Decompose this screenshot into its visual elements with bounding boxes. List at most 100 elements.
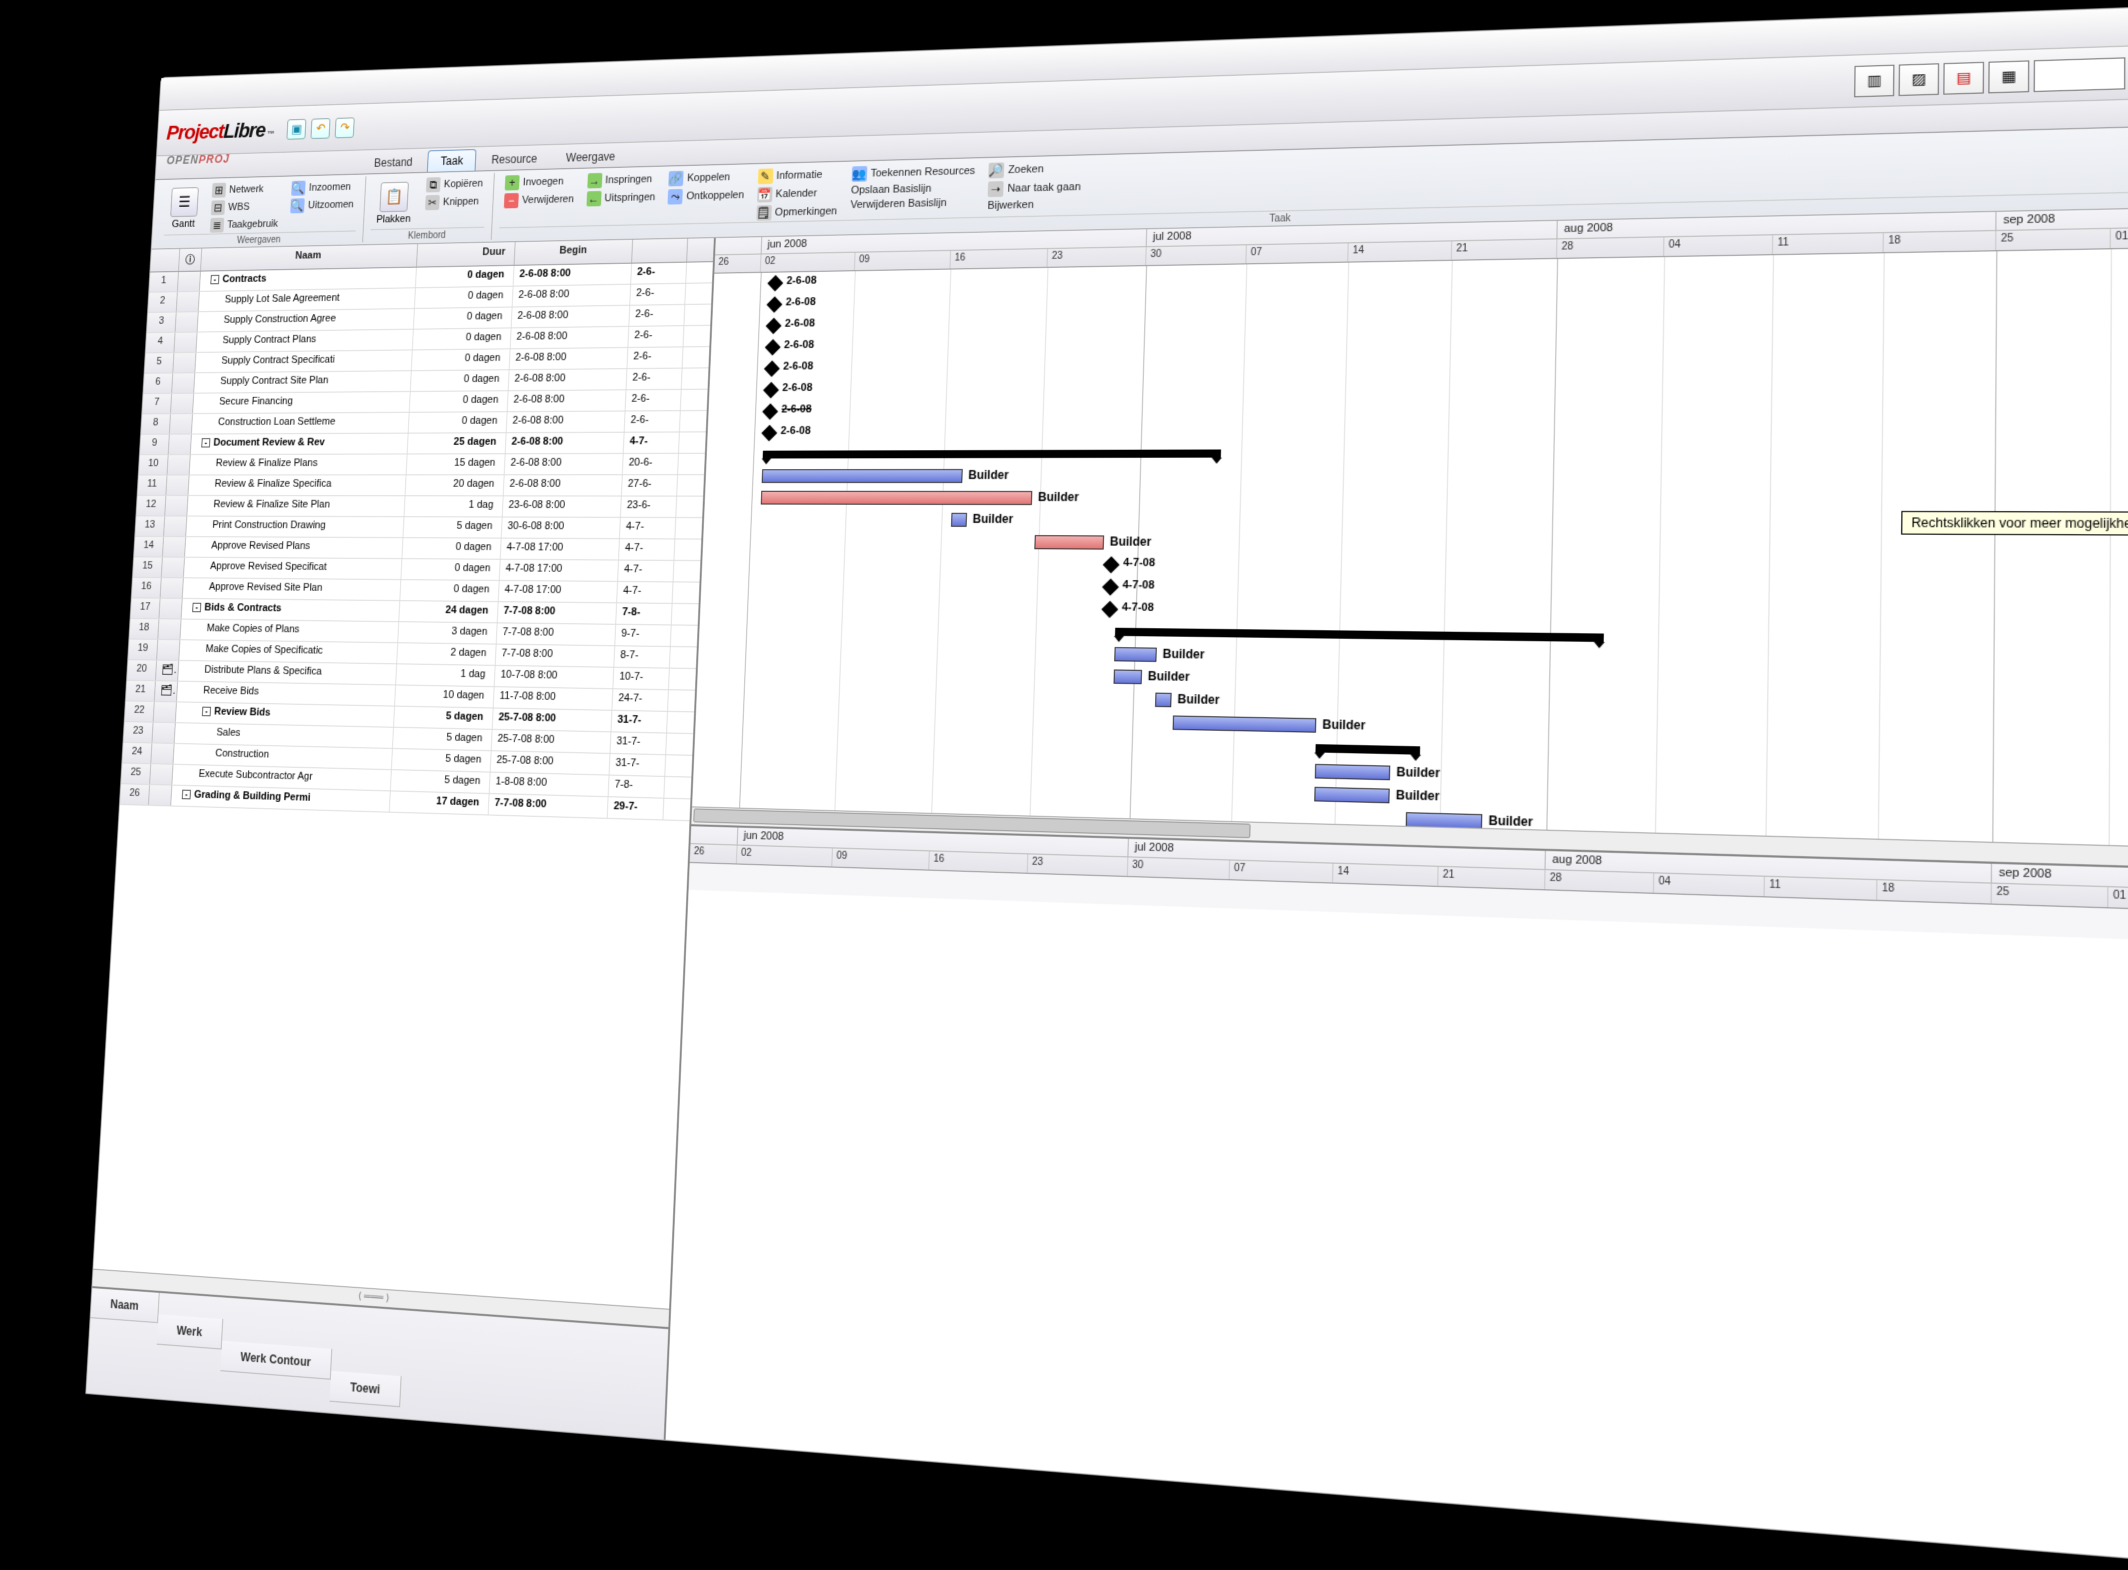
task-bar-label: Builder — [1110, 534, 1152, 548]
prop-werk-contour[interactable]: Werk Contour — [220, 1341, 332, 1380]
tab-bestand[interactable]: Bestand — [360, 150, 426, 173]
content-area: ⓘ Naam Duur Begin 1-Contracts0 dagen2-6-… — [86, 208, 2128, 1562]
tab-weergave[interactable]: Weergave — [552, 145, 629, 169]
verwijderen-basis-button[interactable]: Verwijderen Basislijn — [846, 195, 978, 212]
task-bar[interactable] — [1173, 715, 1317, 732]
task-row[interactable]: 8Construction Loan Settleme0 dagen2-6-08… — [141, 411, 707, 435]
indent-icon: → — [587, 173, 602, 189]
task-grid-pane: ⓘ Naam Duur Begin 1-Contracts0 dagen2-6-… — [86, 238, 716, 1440]
milestone-marker[interactable] — [767, 296, 783, 312]
milestone-marker[interactable] — [767, 275, 783, 291]
zoeken-button[interactable]: 🔎Zoeken — [985, 159, 1086, 179]
opmerkingen-button[interactable]: 🗒Opmerkingen — [752, 203, 841, 222]
inspringen-button[interactable]: →Inspringen — [583, 170, 660, 189]
task-bar[interactable] — [1034, 535, 1104, 549]
task-bar[interactable] — [761, 491, 1033, 505]
milestone-marker[interactable] — [1103, 556, 1120, 573]
task-row[interactable]: 13Print Construction Drawing5 dagen30-6-… — [135, 516, 702, 539]
tab-resource[interactable]: Resource — [478, 147, 552, 171]
task-bar[interactable] — [1155, 693, 1172, 708]
prop-toewi[interactable]: Toewi — [330, 1371, 402, 1407]
cut-icon: ✂ — [425, 195, 440, 210]
milestone-marker[interactable] — [1102, 578, 1119, 595]
summary-bar[interactable] — [1315, 744, 1420, 755]
bijwerken-button[interactable]: Bijwerken — [983, 197, 1084, 213]
milestone-marker[interactable] — [765, 339, 781, 356]
calendar-icon: 📅 — [757, 187, 773, 203]
lower-detail-area[interactable] — [666, 889, 2128, 1562]
ontkoppelen-button[interactable]: ⤳Ontkoppelen — [664, 186, 748, 205]
gantt-button[interactable]: ☰Gantt — [164, 182, 204, 234]
prop-naam[interactable]: Naam — [91, 1288, 160, 1323]
kalender-button[interactable]: 📅Kalender — [753, 184, 842, 203]
context-tooltip: Rechtsklikken voor meer mogelijkheden — [1901, 511, 2128, 536]
redo-icon[interactable]: ↷ — [335, 117, 355, 138]
milestone-label: 2-6-08 — [781, 404, 811, 416]
task-bar[interactable] — [1315, 764, 1390, 780]
milestone-marker[interactable] — [766, 318, 782, 334]
goto-icon: ➝ — [988, 181, 1004, 197]
gantt-pane: jun 2008jul 2008aug 2008sep 2008 2602091… — [666, 208, 2128, 1562]
col-naam[interactable]: Naam — [201, 244, 418, 271]
col-rownum[interactable] — [150, 249, 180, 272]
col-duur[interactable]: Duur — [417, 242, 516, 267]
inzoomen-button[interactable]: 🔍Inzoomen — [288, 178, 358, 196]
task-bar-label: Builder — [1177, 692, 1219, 707]
task-bar[interactable] — [762, 469, 963, 483]
taakgebruik-button[interactable]: ≣Taakgebruik — [206, 215, 281, 233]
wbs-button[interactable]: ⊟WBS — [207, 198, 282, 216]
chart-icon[interactable]: ▥ — [1854, 64, 1894, 97]
task-row[interactable]: 10Review & Finalize Plans15 dagen2-6-08 … — [139, 454, 705, 476]
plakken-button[interactable]: 📋Plakken — [371, 177, 418, 229]
task-bar-label: Builder — [1038, 490, 1079, 504]
summary-bar[interactable] — [1115, 628, 1604, 642]
koppelen-button[interactable]: 🔗Koppelen — [665, 168, 749, 187]
task-bar[interactable] — [1114, 669, 1143, 684]
verwijderen-button[interactable]: −Verwijderen — [500, 191, 577, 210]
task-row[interactable]: 9-Document Review & Rev25 dagen2-6-08 8:… — [140, 432, 706, 455]
undo-icon[interactable]: ↶ — [311, 118, 331, 139]
ribbon-group-klembord: 📋Plakken ⧉Kopiëren ✂Knippen Klembord — [363, 173, 495, 243]
task-bar-label: Builder — [1396, 788, 1440, 804]
kopieren-button[interactable]: ⧉Kopiëren — [422, 175, 486, 193]
search-field[interactable] — [2034, 57, 2126, 92]
col-info[interactable]: ⓘ — [179, 249, 202, 272]
task-row[interactable]: 12Review & Finalize Site Plan1 dag23-6-0… — [136, 496, 703, 518]
task-bar[interactable] — [1114, 647, 1157, 662]
netwerk-button[interactable]: ⊞Netwerk — [208, 180, 283, 198]
invoegen-button[interactable]: +Invoegen — [501, 173, 578, 192]
knippen-button[interactable]: ✂Knippen — [421, 193, 486, 211]
prop-werk[interactable]: Werk — [157, 1314, 224, 1349]
milestone-marker[interactable] — [763, 382, 779, 399]
task-bar[interactable] — [1314, 787, 1389, 804]
grid-body[interactable]: 1-Contracts0 dagen2-6-08 8:002-6-2Supply… — [93, 262, 713, 1309]
informatie-button[interactable]: ✎Informatie — [754, 166, 843, 186]
task-row[interactable]: 11Review & Finalize Specifica20 dagen2-6… — [137, 475, 704, 496]
delete-icon: − — [504, 193, 519, 208]
summary-bar[interactable] — [763, 449, 1221, 458]
save-icon[interactable]: ▣ — [287, 118, 307, 139]
tab-taak[interactable]: Taak — [427, 149, 477, 172]
usage-view-icon[interactable]: ▦ — [1988, 60, 2029, 93]
uitzoomen-button[interactable]: 🔍Uitzoomen — [287, 196, 358, 214]
milestone-marker[interactable] — [1101, 601, 1118, 618]
naar-taak-button[interactable]: ➝Naar taak gaan — [984, 178, 1085, 198]
col-begin[interactable]: Begin — [515, 240, 634, 265]
network-icon: ⊞ — [212, 183, 226, 198]
delete-view-icon[interactable]: ▤ — [1943, 61, 1984, 94]
milestone-marker[interactable] — [761, 425, 777, 442]
search-icon: 🔎 — [988, 162, 1004, 178]
info-icon: ✎ — [757, 168, 773, 184]
gantt-chart[interactable]: Rechtsklikken voor meer mogelijkheden 2-… — [692, 248, 2128, 847]
toekennen-button[interactable]: 👥Toekennen Resources — [847, 162, 979, 183]
milestone-marker[interactable] — [762, 403, 778, 420]
zoom-in-icon: 🔍 — [291, 181, 306, 196]
milestone-marker[interactable] — [764, 360, 780, 377]
col-end[interactable] — [632, 239, 688, 263]
app-logo: ProjectLibre™ — [166, 118, 274, 145]
openproj-subtitle: OPENPROJ — [166, 152, 230, 167]
resource-chart-icon[interactable]: ▨ — [1899, 63, 1939, 96]
task-bar[interactable] — [951, 513, 967, 527]
uitspringen-button[interactable]: ←Uitspringen — [582, 189, 659, 208]
task-bar-label: Builder — [968, 468, 1009, 482]
